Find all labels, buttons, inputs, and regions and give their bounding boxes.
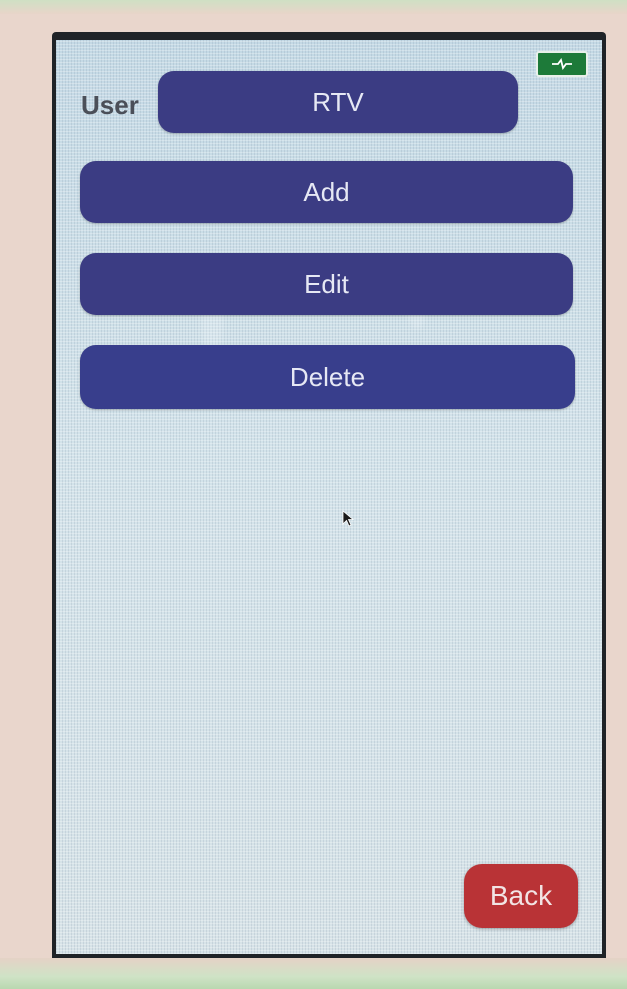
mouse-cursor-icon: [342, 510, 355, 527]
device-casing-bottom: [0, 958, 627, 989]
back-button[interactable]: Back: [464, 864, 578, 928]
user-select-button[interactable]: RTV: [158, 71, 518, 133]
add-button[interactable]: Add: [80, 161, 573, 223]
battery-charging-icon: [536, 51, 588, 77]
touch-screen: User RTV Add Edit Delete Back: [56, 40, 602, 954]
edit-button[interactable]: Edit: [80, 253, 573, 315]
delete-button[interactable]: Delete: [80, 345, 575, 409]
user-label: User: [81, 90, 139, 120]
device-casing-top: [0, 0, 627, 14]
